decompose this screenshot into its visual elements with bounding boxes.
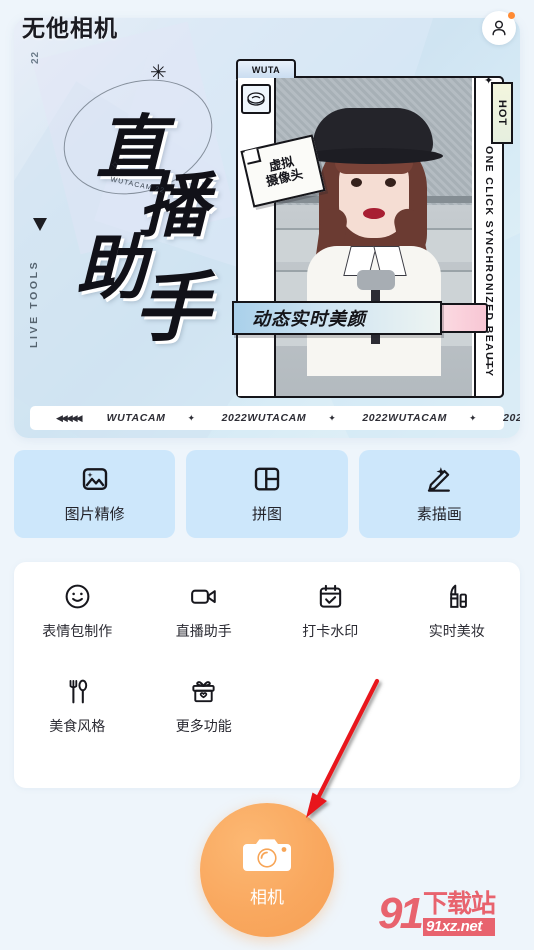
headline-char: 播: [138, 169, 208, 246]
ticker-separator-icon: ✦: [187, 412, 196, 423]
card-sketch[interactable]: 素描画: [358, 450, 520, 538]
tool-live-assistant[interactable]: 直播助手: [141, 582, 268, 641]
photo-frame: WUTA: [236, 59, 504, 398]
person-avatar-icon: [492, 20, 506, 36]
site-watermark: 91 下载站 91xz.net: [378, 885, 528, 943]
banner-ticker: ◀◀◀◀◀ WUTACAM ✦ 2022WUTACAM ✦ 2022WUTACA…: [30, 406, 520, 430]
watermark-number: 91: [378, 889, 424, 938]
pencil-sketch-icon: [424, 464, 454, 494]
ticker-arrows-icon: ◀◀◀◀◀: [56, 412, 83, 423]
camera-button-label: 相机: [250, 887, 284, 907]
promo-banner[interactable]: 22 LIVE TOOLS 直 播 助 手 ✳ ✧ WUTACAM 22 WUT…: [14, 18, 520, 438]
tool-slot-empty: [267, 677, 394, 736]
lipstick-icon: [442, 582, 471, 611]
ticker-separator-icon: ✦: [328, 412, 337, 423]
camera-icon: [241, 833, 293, 877]
tool-food-style[interactable]: 美食风格: [14, 677, 141, 736]
card-label: 素描画: [416, 506, 462, 523]
card-label: 拼图: [251, 506, 282, 523]
sparkle-star-icon: ✳: [150, 62, 167, 84]
hot-badge-label: HOT: [496, 99, 509, 127]
frame-tab-label: WUTA: [236, 59, 296, 79]
tool-label: 打卡水印: [302, 623, 359, 639]
video-camera-icon: [189, 582, 218, 611]
play-triangle-icon: [33, 218, 47, 231]
calendar-check-icon: [316, 582, 345, 611]
watermark-chinese: 下载站: [422, 890, 496, 919]
smiley-face-icon: [63, 582, 92, 611]
app-header: 无他相机: [0, 0, 534, 56]
tool-checkin-watermark[interactable]: 打卡水印: [267, 582, 394, 641]
frame-sidebar: [238, 78, 276, 396]
model-photo: [276, 78, 472, 396]
card-collage[interactable]: 拼图: [186, 450, 348, 538]
watermark-url: 91xz.net: [422, 917, 495, 936]
card-label: 图片精修: [64, 506, 125, 523]
ticker-item: 2022WUTACAM: [362, 412, 447, 424]
camera-button[interactable]: 相机: [200, 803, 334, 937]
tool-more-features[interactable]: 更多功能: [141, 677, 268, 736]
beauty-feature-bar: 动态实时美颜: [232, 301, 442, 335]
sparkle-star-icon: ✧: [110, 158, 121, 172]
wuta-logo-icon: [241, 84, 271, 114]
sparkle-star-icon: ✦: [484, 75, 494, 87]
tools-row: 表情包制作 直播助手 打卡水印 实时美妆: [14, 582, 520, 641]
beauty-bar-label: 动态实时美颜: [252, 309, 366, 329]
image-sparkle-icon: [80, 464, 110, 494]
avatar-button[interactable]: [482, 11, 516, 45]
tool-emoji-maker[interactable]: 表情包制作: [14, 582, 141, 641]
hot-badge: HOT: [491, 82, 513, 144]
tool-label: 美食风格: [49, 718, 106, 734]
tools-row: 美食风格 更多功能: [14, 677, 520, 736]
tool-slot-empty: [394, 677, 521, 736]
ticker-item: 2022: [503, 412, 520, 424]
fork-spoon-icon: [63, 677, 92, 706]
app-title: 无他相机: [22, 14, 118, 41]
tools-panel: 表情包制作 直播助手 打卡水印 实时美妆 美食风格 更多功能: [14, 562, 520, 788]
tool-label: 直播助手: [175, 623, 232, 639]
notification-dot: [508, 12, 515, 19]
gift-box-icon: [189, 677, 218, 706]
feature-card-row: 图片精修 拼图 素描画: [14, 450, 520, 538]
tool-label: 实时美妆: [428, 623, 485, 639]
banner-vertical-dash: —: [482, 357, 496, 369]
banner-side-label: LIVE TOOLS: [28, 259, 40, 348]
ticker-separator-icon: ✦: [468, 412, 478, 423]
tool-realtime-makeup[interactable]: 实时美妆: [394, 582, 521, 641]
tool-label: 更多功能: [175, 718, 232, 734]
tool-label: 表情包制作: [42, 623, 113, 639]
ticker-item: WUTACAM: [106, 412, 166, 424]
ticker-item: 2022WUTACAM: [221, 412, 307, 424]
collage-grid-icon: [252, 464, 282, 494]
card-photo-retouch[interactable]: 图片精修: [14, 450, 176, 538]
headline-char: 手: [134, 267, 210, 351]
banner-vertical-english: ONE CLICK SYNCHRONIZED BEAUTY: [483, 146, 495, 378]
banner-headline: 直 播 助 手: [72, 96, 252, 376]
